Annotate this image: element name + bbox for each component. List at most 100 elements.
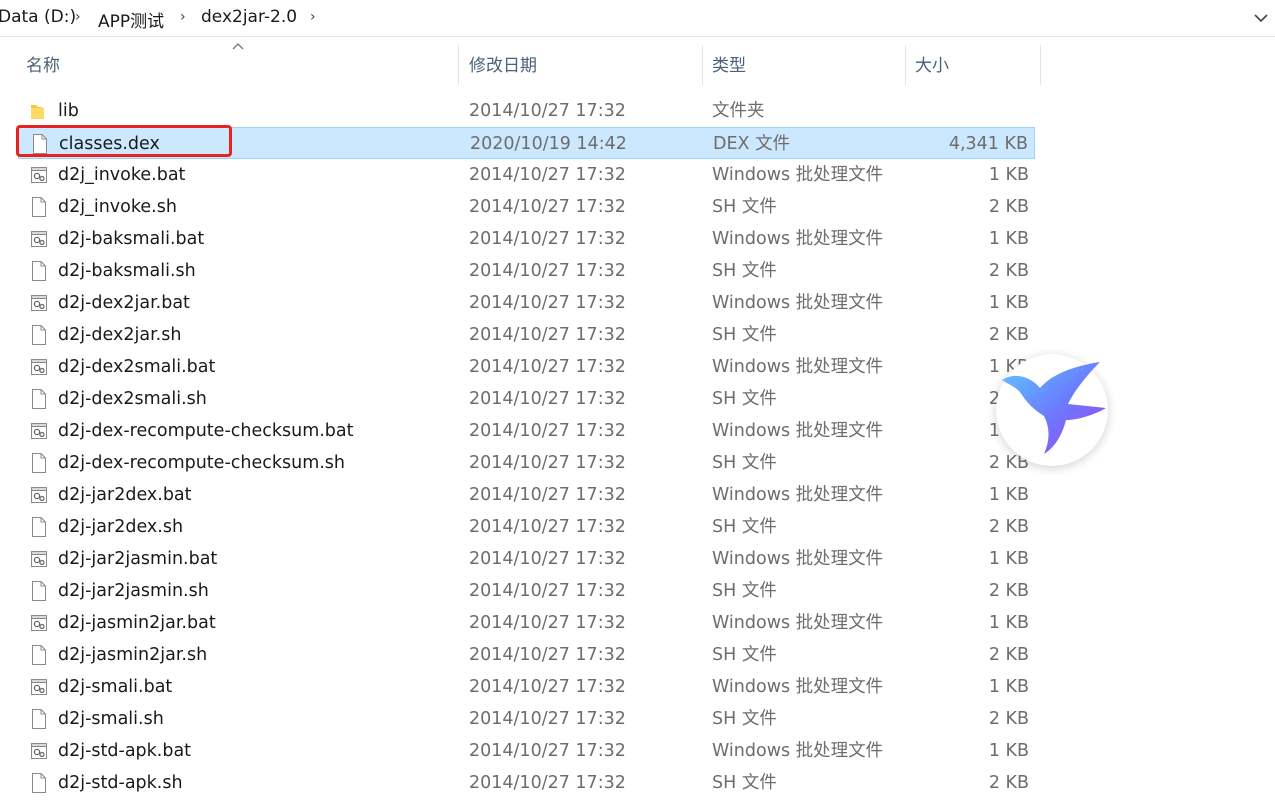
file-name: lib — [58, 101, 79, 121]
file-type: Windows 批处理文件 — [712, 613, 884, 633]
column-header-date[interactable]: 修改日期 — [463, 45, 703, 85]
file-type: SH 文件 — [712, 709, 777, 729]
file-icon — [32, 581, 46, 601]
file-row[interactable]: d2j-dex2jar.bat 2014/10/27 17:32 Windows 批… — [18, 287, 1035, 319]
file-row[interactable]: lib 2014/10/27 17:32 文件夹 — [18, 95, 1035, 127]
file-type: Windows 批处理文件 — [712, 485, 884, 505]
file-name: d2j-dex2jar.bat — [58, 293, 190, 313]
file-icon — [32, 325, 46, 345]
file-type: Windows 批处理文件 — [712, 293, 884, 313]
breadcrumb-item-dex2jar[interactable]: dex2jar-2.0 — [201, 7, 297, 27]
file-row[interactable]: d2j-smali.bat 2014/10/27 17:32 Windows 批处理… — [18, 671, 1035, 703]
file-icon — [32, 645, 46, 665]
chevron-down-icon[interactable] — [1251, 8, 1271, 28]
batch-file-icon — [31, 487, 47, 503]
breadcrumb-item-drive[interactable]: Data (D:) — [0, 7, 76, 27]
file-row[interactable]: d2j-std-apk.bat 2014/10/27 17:32 Windows 批… — [18, 735, 1035, 767]
file-modified-date: 2014/10/27 17:32 — [469, 421, 626, 441]
file-modified-date: 2014/10/27 17:32 — [469, 773, 626, 793]
file-modified-date: 2014/10/27 17:32 — [469, 357, 626, 377]
file-name: d2j-smali.sh — [58, 709, 164, 729]
batch-file-icon — [31, 423, 47, 439]
file-type: Windows 批处理文件 — [712, 421, 884, 441]
file-name: d2j-baksmali.sh — [58, 261, 196, 281]
file-type: SH 文件 — [712, 581, 777, 601]
file-modified-date: 2014/10/27 17:32 — [469, 741, 626, 761]
breadcrumb-item-app-test[interactable]: APP测试 — [98, 7, 164, 32]
file-size: 2 KB — [988, 773, 1029, 793]
file-row[interactable]: d2j-jasmin2jar.bat 2014/10/27 17:32 Window… — [18, 607, 1035, 639]
breadcrumb-separator-icon[interactable]: › — [75, 9, 81, 25]
file-name: d2j-baksmali.bat — [58, 229, 205, 249]
column-header-name[interactable]: 名称 — [20, 45, 459, 85]
file-name: d2j_invoke.sh — [58, 197, 177, 217]
file-name: d2j-smali.bat — [58, 677, 173, 697]
column-header-size[interactable]: 大小 — [909, 45, 1041, 85]
file-name: d2j-jar2dex.sh — [58, 517, 184, 537]
batch-file-icon — [31, 231, 47, 247]
batch-file-icon — [31, 743, 47, 759]
file-name: d2j-jar2dex.bat — [58, 485, 192, 505]
file-icon — [32, 389, 46, 409]
file-type: SH 文件 — [712, 197, 777, 217]
file-type: SH 文件 — [712, 645, 777, 665]
file-icon — [32, 453, 46, 473]
file-type: Windows 批处理文件 — [712, 677, 884, 697]
file-name: d2j-jar2jasmin.sh — [58, 581, 209, 601]
file-row[interactable]: d2j_invoke.bat 2014/10/27 17:32 Windows 批处… — [18, 159, 1035, 191]
file-modified-date: 2014/10/27 17:32 — [469, 453, 626, 473]
file-size: 2 KB — [988, 581, 1029, 601]
file-size: 1 KB — [988, 613, 1029, 633]
file-modified-date: 2020/10/19 14:42 — [470, 134, 627, 154]
file-row[interactable]: d2j-jar2jasmin.sh 2014/10/27 17:32 SH 文件 2 … — [18, 575, 1035, 607]
batch-file-icon — [31, 167, 47, 183]
column-header-type[interactable]: 类型 — [706, 45, 906, 85]
file-row[interactable]: d2j-dex2smali.bat 2014/10/27 17:32 Windows… — [18, 351, 1035, 383]
file-row[interactable]: d2j-dex2jar.sh 2014/10/27 17:32 SH 文件 2 KB — [18, 319, 1035, 351]
file-modified-date: 2014/10/27 17:32 — [469, 197, 626, 217]
file-modified-date: 2014/10/27 17:32 — [469, 517, 626, 537]
file-name: d2j-dex-recompute-checksum.sh — [58, 453, 346, 473]
file-size: 2 KB — [988, 645, 1029, 665]
file-size: 2 KB — [988, 709, 1029, 729]
file-name: d2j-jasmin2jar.bat — [58, 613, 216, 633]
file-row[interactable]: d2j-smali.sh 2014/10/27 17:32 SH 文件 2 KB — [18, 703, 1035, 735]
file-row[interactable]: d2j-jar2jasmin.bat 2014/10/27 17:32 Window… — [18, 543, 1035, 575]
file-type: Windows 批处理文件 — [712, 357, 884, 377]
file-modified-date: 2014/10/27 17:32 — [469, 165, 626, 185]
file-row[interactable]: d2j_invoke.sh 2014/10/27 17:32 SH 文件 2 KB — [18, 191, 1035, 223]
floating-app-badge[interactable] — [996, 354, 1108, 466]
file-row[interactable]: d2j-baksmali.sh 2014/10/27 17:32 SH 文件 2 KB — [18, 255, 1035, 287]
file-row[interactable]: d2j-dex-recompute-checksum.sh 2014/10/27 … — [18, 447, 1035, 479]
file-row[interactable]: d2j-jar2dex.bat 2014/10/27 17:32 Windows 批… — [18, 479, 1035, 511]
file-row[interactable]: d2j-jasmin2jar.sh 2014/10/27 17:32 SH 文件 2 … — [18, 639, 1035, 671]
file-type: SH 文件 — [712, 453, 777, 473]
file-name: d2j-dex2smali.sh — [58, 389, 207, 409]
address-bar[interactable]: Data (D:) › APP测试 › dex2jar-2.0 › — [0, 0, 1275, 37]
file-row[interactable]: d2j-jar2dex.sh 2014/10/27 17:32 SH 文件 2 KB — [18, 511, 1035, 543]
file-modified-date: 2014/10/27 17:32 — [469, 581, 626, 601]
batch-file-icon — [31, 615, 47, 631]
file-type: Windows 批处理文件 — [712, 549, 884, 569]
file-modified-date: 2014/10/27 17:32 — [469, 389, 626, 409]
file-modified-date: 2014/10/27 17:32 — [469, 549, 626, 569]
file-row[interactable]: d2j-dex-recompute-checksum.bat 2014/10/27… — [18, 415, 1035, 447]
file-modified-date: 2014/10/27 17:32 — [469, 229, 626, 249]
file-row[interactable]: d2j-std-apk.sh 2014/10/27 17:32 SH 文件 2 KB — [18, 767, 1035, 799]
file-size: 2 KB — [988, 261, 1029, 281]
batch-file-icon — [31, 679, 47, 695]
file-type: SH 文件 — [712, 773, 777, 793]
file-modified-date: 2014/10/27 17:32 — [469, 293, 626, 313]
file-name: d2j-jasmin2jar.sh — [58, 645, 208, 665]
folder-icon — [31, 105, 44, 119]
file-row[interactable]: d2j-dex2smali.sh2014/10/27 17:32SH 文件2 K… — [18, 383, 1035, 415]
file-row[interactable]: d2j-baksmali.bat 2014/10/27 17:32 Windows … — [18, 223, 1035, 255]
breadcrumb-separator-icon[interactable]: › — [180, 9, 186, 25]
file-type: SH 文件 — [712, 325, 777, 345]
breadcrumb-separator-icon[interactable]: › — [310, 9, 316, 25]
file-modified-date: 2014/10/27 17:32 — [469, 101, 626, 121]
file-type: SH 文件 — [712, 517, 777, 537]
file-name: classes.dex — [59, 134, 160, 154]
file-row[interactable]: classes.dex 2020/10/19 14:42 DEX 文件 4,341 K… — [18, 127, 1035, 159]
file-modified-date: 2014/10/27 17:32 — [469, 677, 626, 697]
